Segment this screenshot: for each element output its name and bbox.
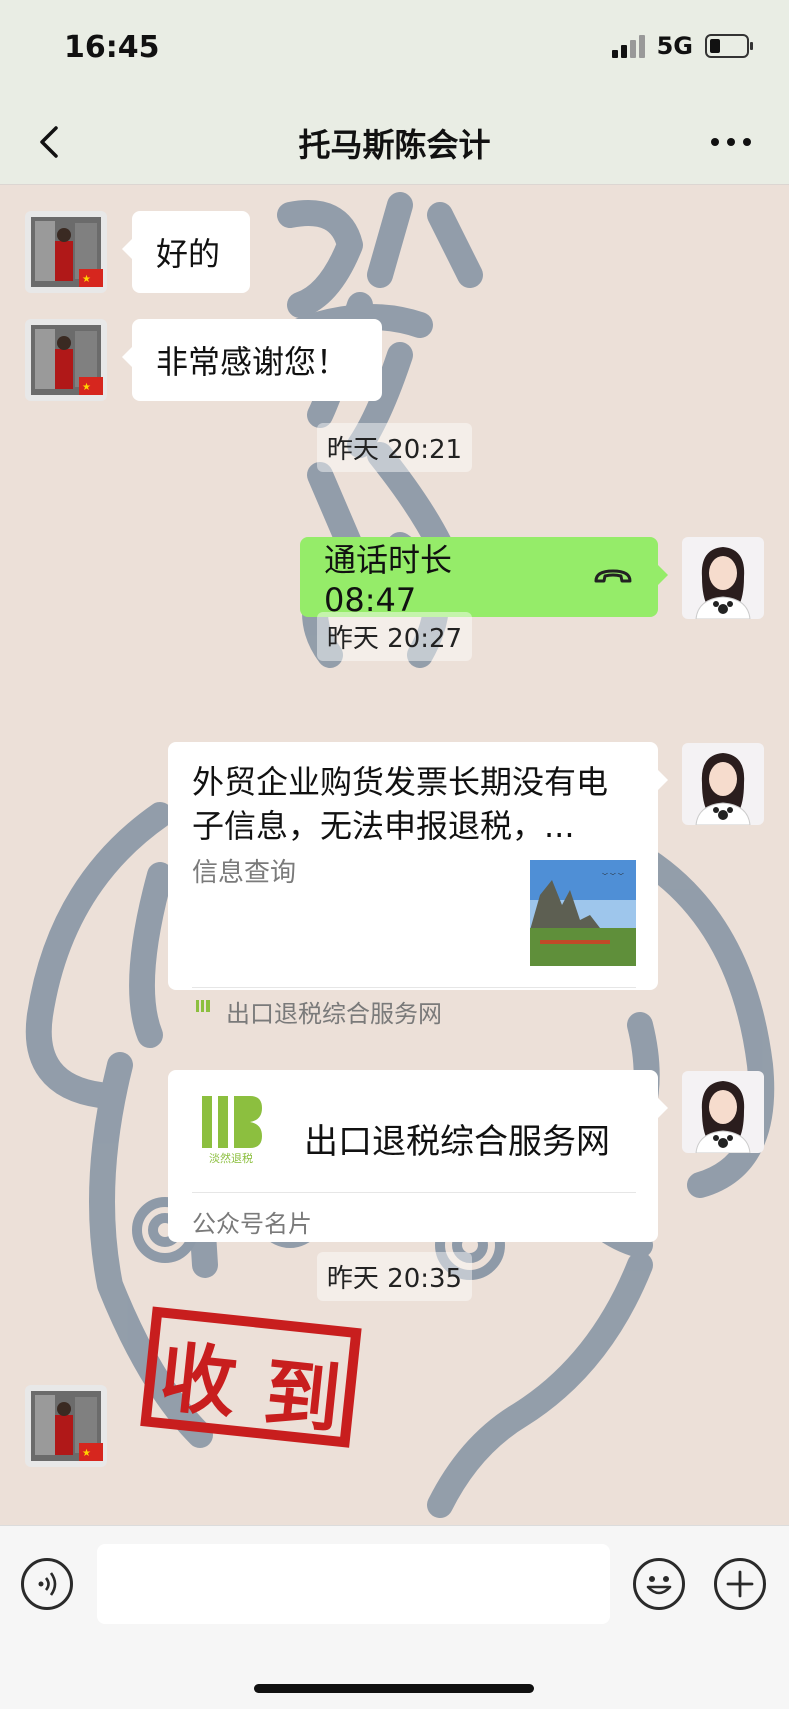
- home-indicator: [254, 1684, 534, 1693]
- timestamp: 昨天 20:27: [0, 612, 789, 661]
- more-functions-button[interactable]: [714, 1558, 766, 1610]
- article-title: 外贸企业购货发票长期没有电子信息，无法申报退税，...: [192, 763, 609, 845]
- voice-icon: [38, 1572, 57, 1596]
- status-time: 16:45: [64, 30, 160, 65]
- message-input[interactable]: [97, 1544, 610, 1624]
- plus-icon: [726, 1570, 754, 1598]
- message-text: 非常感谢您！: [156, 343, 349, 381]
- timestamp: 昨天 20:35: [0, 1252, 789, 1301]
- signal-icon: [611, 34, 645, 58]
- card-divider: [192, 987, 636, 988]
- account-logo: 淡然退税: [202, 1096, 262, 1165]
- voice-button[interactable]: [21, 1558, 73, 1610]
- more-icon[interactable]: [709, 130, 753, 154]
- my-avatar[interactable]: [682, 743, 764, 825]
- call-duration-text: 通话时长 08:47: [324, 541, 453, 619]
- call-record-bubble[interactable]: 通话时长 08:47: [300, 537, 668, 619]
- svg-text:﹀ ﹀ ﹀: ﹀ ﹀ ﹀: [602, 873, 624, 880]
- status-bar: 16:45 5G: [0, 0, 789, 100]
- message-bubble[interactable]: 非常感谢您！: [122, 319, 382, 401]
- emoji-icon: [646, 1576, 672, 1595]
- contact-avatar[interactable]: ★: [25, 211, 107, 293]
- battery-icon: [705, 34, 753, 58]
- contact-avatar[interactable]: ★: [25, 1385, 107, 1467]
- my-avatar[interactable]: [682, 537, 764, 619]
- svg-text:★: ★: [82, 382, 91, 393]
- contact-avatar[interactable]: ★: [25, 319, 107, 401]
- message-text: 好的: [156, 235, 221, 273]
- my-avatar[interactable]: [682, 1071, 764, 1153]
- nav-bar: 托马斯陈会计: [0, 100, 789, 185]
- svg-text:到: 到: [260, 1348, 345, 1444]
- source-logo-icon: [196, 1000, 210, 1012]
- svg-text:收: 收: [156, 1332, 241, 1428]
- phone-hangup-icon: [594, 569, 632, 583]
- article-link-card[interactable]: 外贸企业购货发票长期没有电子信息，无法申报退税，... 信息查询 ﹀ ﹀ ﹀ 出…: [168, 742, 668, 1028]
- chat-area[interactable]: 收 到 ★ 好的 ★ 非常感谢您！ 昨天 20:21 通话时长 08:47 昨天…: [0, 185, 789, 1525]
- timestamp: 昨天 20:21: [0, 423, 789, 472]
- svg-text:淡然退税: 淡然退税: [209, 1151, 253, 1165]
- article-source: 出口退税综合服务网: [226, 1000, 442, 1028]
- official-account-card[interactable]: 淡然退税 出口退税综合服务网 公众号名片: [168, 1070, 668, 1242]
- card-type-label: 公众号名片: [192, 1210, 312, 1238]
- message-bubble[interactable]: 好的: [122, 211, 250, 293]
- article-thumbnail: ﹀ ﹀ ﹀: [530, 860, 636, 966]
- svg-text:★: ★: [82, 1448, 91, 1459]
- chat-title: 托马斯陈会计: [298, 126, 491, 164]
- input-bar: [0, 1525, 789, 1709]
- account-name: 出口退税综合服务网: [304, 1122, 610, 1162]
- svg-text:★: ★: [82, 274, 91, 285]
- article-description: 信息查询: [192, 858, 297, 888]
- card-divider: [192, 1192, 636, 1193]
- stamp-image: 收 到: [140, 1306, 362, 1448]
- status-indicators: 5G: [611, 32, 753, 60]
- emoji-button[interactable]: [633, 1558, 685, 1610]
- network-type: 5G: [656, 32, 693, 60]
